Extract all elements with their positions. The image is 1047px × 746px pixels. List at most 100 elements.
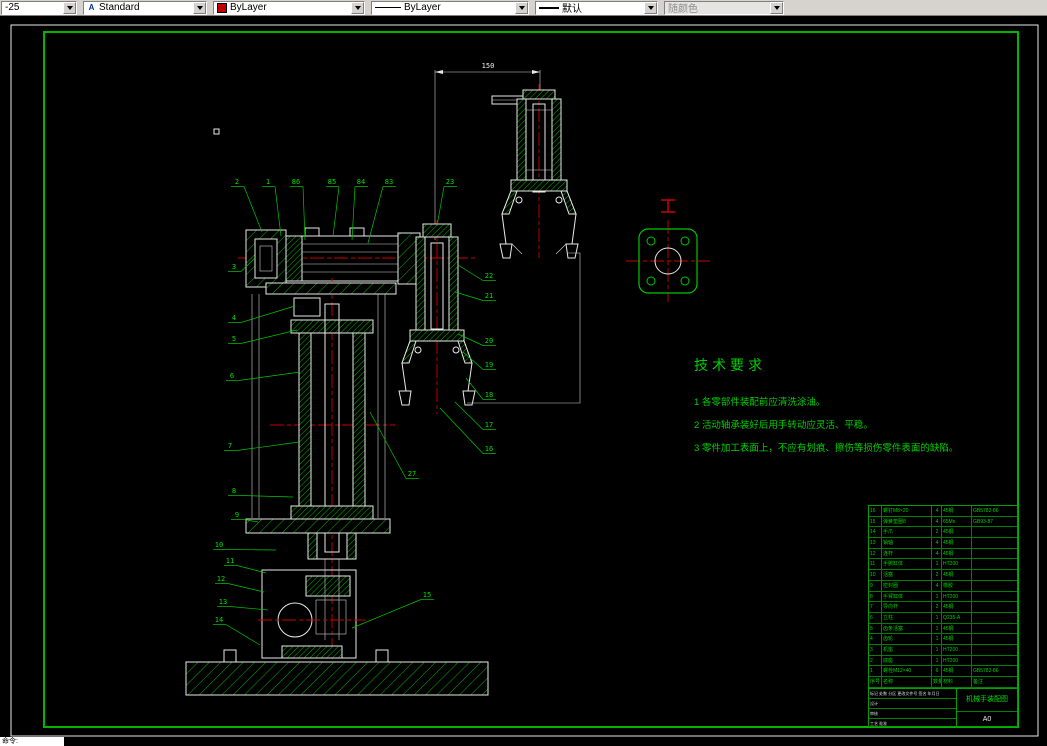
bom-cell: 65Mn <box>942 516 972 527</box>
bom-row: 12 连杆 4 45钢 <box>869 548 1017 560</box>
bom-cell: 4 <box>932 580 942 591</box>
bom-cell: 6 <box>869 612 882 623</box>
linetype-combo[interactable]: ByLayer <box>371 0 529 15</box>
bom-cell: 4 <box>932 538 942 548</box>
part-callout: 22 <box>485 272 493 280</box>
chevron-down-icon[interactable] <box>193 1 206 14</box>
text-style-icon: A <box>88 3 95 12</box>
bom-cell: 3 <box>869 644 882 655</box>
bom-cell: 1 <box>932 644 942 655</box>
part-callout: 2 <box>235 178 239 186</box>
tech-requirements-list: 1 各零部件装配前应清洗涂油。 2 活动轴承装好后用手转动应灵活、平稳。 3 零件加… <box>694 391 984 460</box>
bom-cell: 11 <box>869 559 882 570</box>
bom-row: 5 齿条活塞 1 45钢 <box>869 623 1017 635</box>
part-callout: 15 <box>423 591 431 599</box>
bom-cell: 1 <box>932 634 942 644</box>
bom-header-row: 序号名称数量材料备注 <box>869 677 1017 688</box>
dimstyle-combo[interactable]: -25 <box>1 0 77 15</box>
bom-cell <box>972 527 1017 537</box>
chevron-down-icon[interactable] <box>515 1 528 14</box>
chevron-down-icon[interactable] <box>63 1 76 14</box>
bom-cell: 1 <box>869 666 882 676</box>
bom-cell: 4 <box>869 634 882 644</box>
part-callout: 12 <box>217 575 225 583</box>
bom-row: 8 手臂缸体 1 HT200 <box>869 591 1017 603</box>
bom-cell: 手臂缸体 <box>882 591 932 602</box>
bom-cell: 4 <box>932 548 942 559</box>
bom-cell <box>972 624 1017 634</box>
bom-row: 2 底座 1 HT200 <box>869 655 1017 667</box>
bom-cell <box>972 656 1017 666</box>
bom-cell: 密封圈 <box>882 580 932 591</box>
bom-cell <box>972 613 1017 623</box>
bom-cell: 材料 <box>942 677 972 687</box>
bom-row: 7 导向杆 2 45钢 <box>869 602 1017 613</box>
bom-cell: 1 <box>932 612 942 623</box>
bom-cell: 2 <box>869 655 882 666</box>
command-line[interactable]: 命令: <box>0 737 64 746</box>
drawing-title: 机械手装配图 <box>957 689 1017 712</box>
bom-cell: 1 <box>932 655 942 666</box>
bom-cell: 立柱 <box>882 612 932 623</box>
command-line-text: 命令: <box>2 738 18 745</box>
part-callout: 13 <box>219 598 227 606</box>
bom-cell: GB93-87 <box>973 518 994 525</box>
bom-cell <box>972 645 1017 655</box>
bom-cell: 14 <box>869 527 882 538</box>
bom-cell: 45钢 <box>942 506 972 516</box>
plotstyle-value: 随颜色 <box>668 4 698 14</box>
bom-row: 3 机座 1 HT200 <box>869 644 1017 656</box>
lineweight-value: 默认 <box>562 4 582 14</box>
bom-cell: 螺钉M8×20 <box>882 506 932 516</box>
bom-cell: 弹簧垫圈8 <box>882 516 932 527</box>
bom-row: 15 弹簧垫圈8 4 65Mn GB93-87 <box>869 516 1017 528</box>
bom-cell: 活塞 <box>882 570 932 580</box>
bom-cell: GB5782-86 <box>973 508 999 514</box>
bom-cell: 13 <box>869 538 882 548</box>
bom-row: 16 螺钉M8×20 4 45钢 GB5782-86 <box>869 506 1017 517</box>
gripper-top-view <box>491 84 579 259</box>
bom-cell <box>972 602 1017 612</box>
chevron-down-icon[interactable] <box>644 1 657 14</box>
part-callout: 20 <box>485 337 493 345</box>
part-callout: 16 <box>485 445 493 453</box>
tech-requirement-item: 1 各零部件装配前应清洗涂油。 <box>694 397 826 408</box>
bom-cell: HT200 <box>942 591 972 602</box>
textstyle-combo[interactable]: A Standard <box>83 0 207 15</box>
svg-text:150: 150 <box>482 62 495 70</box>
part-callout: 11 <box>226 557 234 565</box>
bom-cell: 手爪 <box>882 527 932 538</box>
title-block-label-row: 设计 <box>869 699 956 709</box>
part-callout: 10 <box>215 541 223 549</box>
flange-top-view <box>626 199 710 302</box>
part-callout: 5 <box>232 335 236 343</box>
part-callout: 17 <box>485 421 493 429</box>
part-callout: 21 <box>485 292 493 300</box>
part-callout: 9 <box>235 511 239 519</box>
parts-list: 16 螺钉M8×20 4 45钢 GB5782-86 15 弹簧垫圈8 4 65Mn GB93-8… <box>869 506 1017 677</box>
parts-list-header: 序号名称数量材料备注 <box>869 677 1017 689</box>
color-combo[interactable]: ByLayer <box>213 0 365 15</box>
bom-cell: 45钢 <box>942 623 972 634</box>
bom-cell: 45钢 <box>942 570 972 580</box>
base-mechanism-view <box>258 559 366 659</box>
bom-cell: 导向杆 <box>882 602 932 612</box>
bom-row: 6 立柱 1 Q235-A <box>869 612 1017 624</box>
bom-cell: 2 <box>932 527 942 538</box>
bom-cell: 2 <box>932 570 942 580</box>
chevron-down-icon[interactable] <box>351 1 364 14</box>
bom-cell: 螺栓M12×40 <box>882 666 932 676</box>
title-block-signature-area: 标记 处数 分区 更改文件号 签名 年月日 设计 审核 工艺 批准 <box>869 689 957 728</box>
model-space-canvas[interactable]: 150 2 1 86 85 84 83 23 22 21 20 19 18 17… <box>0 16 1047 737</box>
bom-row: 10 活塞 2 45钢 <box>869 570 1017 581</box>
bom-cell: 7 <box>869 602 882 612</box>
textstyle-value: Standard <box>99 2 140 13</box>
lineweight-combo[interactable]: 默认 <box>535 0 658 15</box>
grip-point[interactable] <box>213 128 220 135</box>
bom-cell <box>972 549 1017 559</box>
bom-row: 11 手腕缸体 1 HT200 <box>869 559 1017 571</box>
bom-cell: 1 <box>932 559 942 570</box>
plotstyle-combo: 随颜色 <box>664 0 784 15</box>
bom-row: 14 手爪 2 45钢 <box>869 527 1017 539</box>
bom-cell: 5 <box>869 623 882 634</box>
